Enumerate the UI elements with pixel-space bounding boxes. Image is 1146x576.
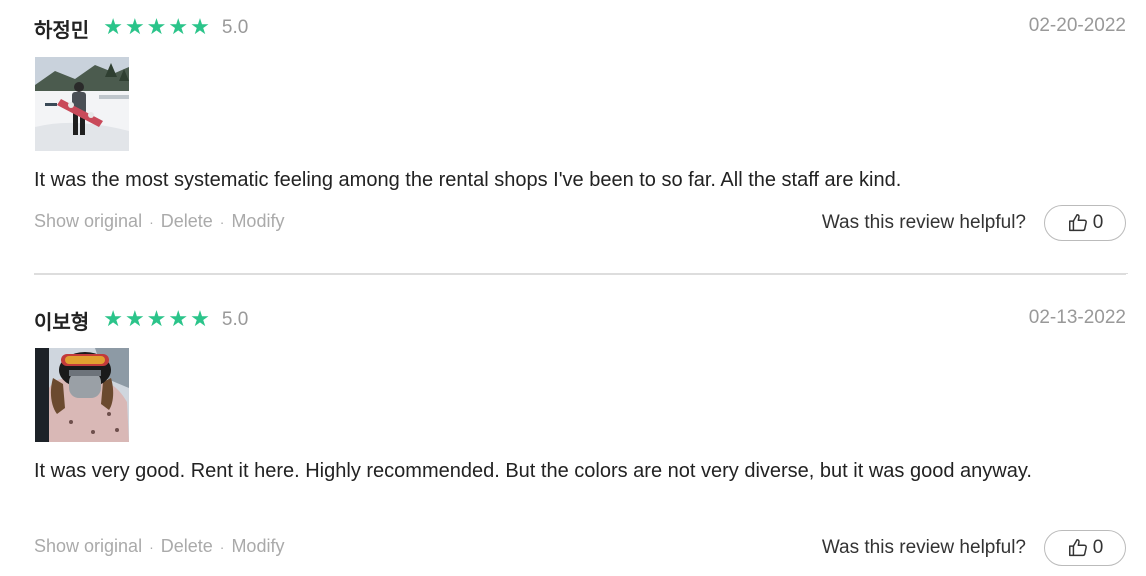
star-icon: ★: [146, 307, 167, 332]
review-item: 이보형 ★ ★ ★ ★ ★ 5.0 02-13-2022 It was very…: [34, 0, 1126, 576]
selfie-photo-image: [35, 348, 129, 442]
star-icon: ★: [124, 307, 145, 332]
action-separator: ·: [219, 538, 225, 555]
action-separator: ·: [149, 538, 154, 555]
star-icon: ★: [168, 307, 189, 332]
star-rating: ★ ★ ★ ★ ★: [103, 309, 212, 331]
review-date: 02-13-2022: [1028, 307, 1126, 328]
helpful-button[interactable]: 0: [1044, 530, 1126, 566]
review-header: 이보형 ★ ★ ★ ★ ★ 5.0 02-13-2022: [34, 305, 1126, 335]
star-icon: ★: [190, 307, 210, 332]
reviewer-name: 이보형: [34, 309, 90, 334]
review-actions: Show original · Delete · Modify: [34, 536, 284, 557]
thumbs-up-icon: [1068, 539, 1087, 557]
helpful-section: Was this review helpful? 0: [822, 530, 1126, 566]
show-original-link[interactable]: Show original: [34, 536, 142, 557]
review-text: It was very good. Rent it here. Highly r…: [34, 460, 1032, 482]
review-photo[interactable]: [35, 348, 129, 442]
helpful-count: 0: [1092, 537, 1104, 558]
star-icon: ★: [103, 307, 123, 332]
modify-link[interactable]: Modify: [231, 536, 284, 557]
helpful-label: Was this review helpful?: [821, 537, 1026, 558]
delete-link[interactable]: Delete: [161, 536, 213, 557]
rating-score: 5.0: [221, 309, 249, 330]
